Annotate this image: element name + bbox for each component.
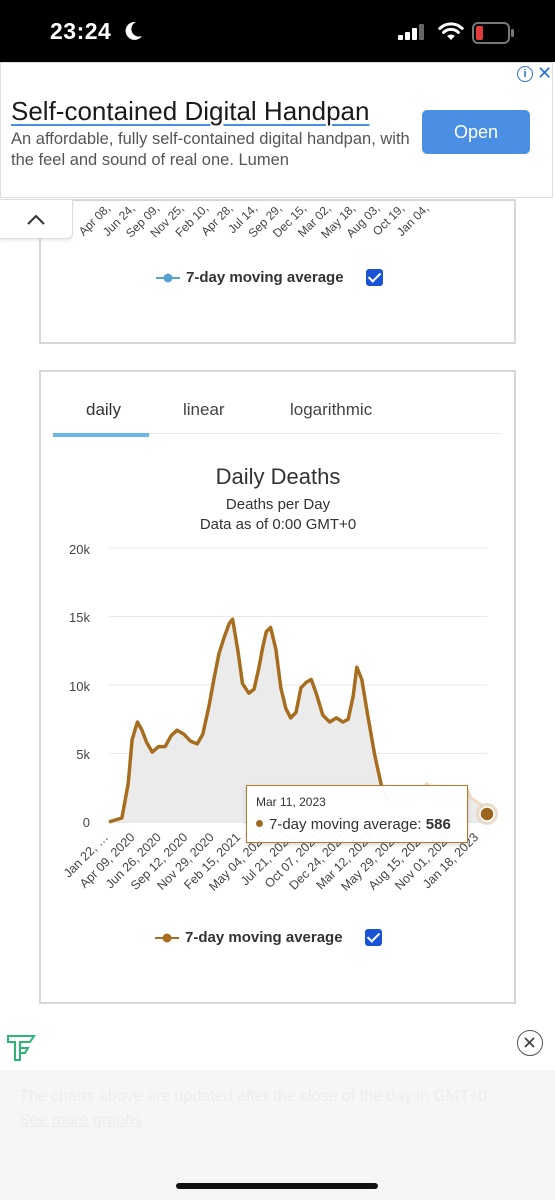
tab-linear[interactable]: linear [183, 400, 225, 420]
active-tab-indicator [53, 433, 149, 437]
chart-subtitle: Deaths per Day [225, 496, 331, 513]
chevron-up-icon [27, 214, 45, 225]
tooltip-series-dot [256, 820, 263, 827]
chart-title: Daily Deaths [215, 464, 341, 489]
top-chart-legend[interactable]: 7-day moving average [156, 269, 383, 286]
status-bar: 23:24 [0, 0, 555, 62]
legend-line-icon [156, 273, 180, 282]
tab-logarithmic[interactable]: logarithmic [290, 400, 372, 420]
top-chart-axis-labels: Apr 08,Jun 24,Sep 09,Nov 25,Feb 10,Apr 2… [76, 201, 432, 241]
tooltip-value-row: 7-day moving average: 586 [256, 816, 451, 833]
app-logo-icon[interactable] [4, 1030, 38, 1064]
y-tick-label: 10k [69, 679, 90, 694]
tooltip-label: 7-day moving average: [269, 816, 426, 833]
legend-line-icon [155, 933, 179, 942]
status-time: 23:24 [50, 18, 112, 44]
deaths-chart-legend[interactable]: 7-day moving average [155, 929, 382, 946]
ad-info-icon[interactable]: i [517, 66, 533, 82]
tooltip-value: 586 [425, 816, 451, 833]
y-tick-label: 0 [82, 815, 90, 830]
close-icon[interactable] [517, 1030, 543, 1056]
top-legend-checkbox[interactable] [365, 269, 383, 286]
cellular-signal-icon [398, 24, 424, 40]
y-tick-label: 20k [69, 542, 90, 557]
moon-icon [125, 21, 142, 40]
wifi-icon [438, 22, 464, 40]
ad-description: An affordable, fully self-contained digi… [11, 130, 410, 169]
deaths-legend-checkbox[interactable] [364, 929, 382, 946]
see-more-graphs-link[interactable]: See more graphs [19, 1112, 142, 1129]
chart-tooltip: Mar 11, 2023 7-day moving average: 586 [246, 785, 468, 843]
tab-daily[interactable]: daily [86, 400, 121, 420]
tooltip-date: Mar 11, 2023 [256, 795, 326, 809]
footer-note-text: The charts above are updated after the c… [19, 1088, 492, 1105]
footer-note: The charts above are updated after the c… [19, 1085, 519, 1133]
cases-chart-card: Apr 08, Jun 24, Sep 09, Nov 25, Feb 10, Apr 2… [39, 199, 516, 344]
ad-banner[interactable]: Self-contained Digital Handpan An afford… [0, 62, 553, 198]
chart-subtitle-date: Data as of 0:00 GMT+0 [199, 516, 357, 533]
collapse-ad-button[interactable] [0, 199, 73, 239]
top-legend-label: 7-day moving average [186, 269, 344, 286]
home-indicator[interactable] [176, 1183, 378, 1189]
ad-open-button[interactable]: Open [422, 110, 530, 154]
ad-close-icon[interactable]: ✕ [537, 63, 552, 84]
battery-icon [472, 22, 514, 44]
y-tick-label: 5k [76, 747, 90, 762]
y-tick-label: 15k [69, 610, 90, 625]
deaths-legend-label: 7-day moving average [185, 929, 343, 946]
ad-title[interactable]: Self-contained Digital Handpan [11, 96, 369, 127]
